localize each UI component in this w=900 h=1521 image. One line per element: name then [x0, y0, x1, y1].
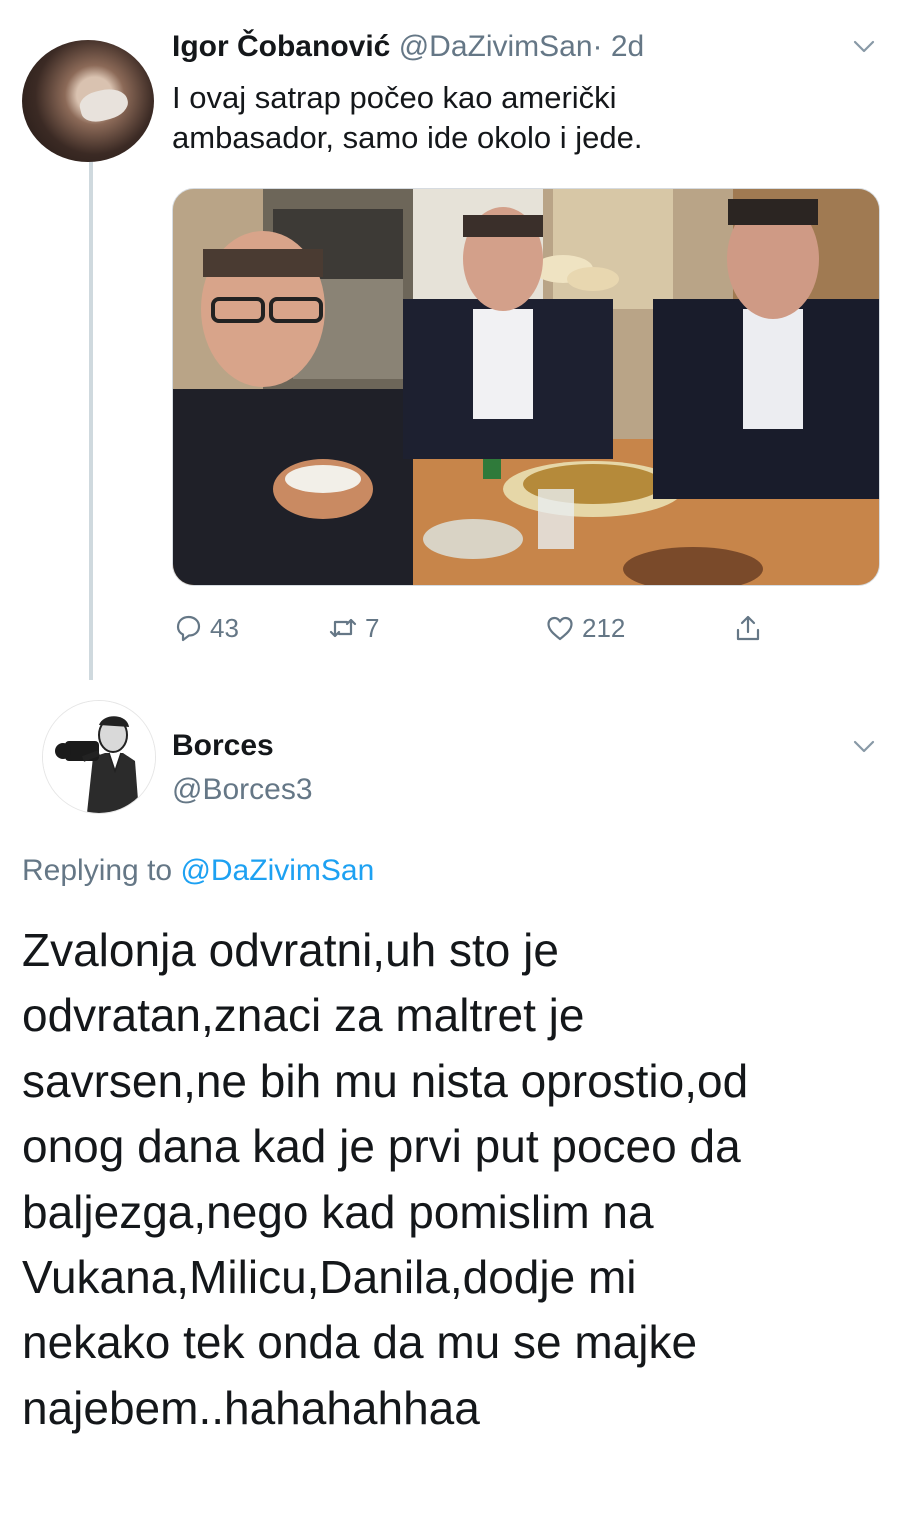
- retweet-count: 7: [365, 612, 380, 643]
- heart-icon: [547, 616, 573, 641]
- reply-text-line: odvratan,znaci za maltret je: [22, 989, 585, 1042]
- reply-text-line: savrsen,ne bih mu nista oprostio,od: [22, 1054, 749, 1107]
- avatar-sketch: [43, 701, 155, 813]
- reply-author-name[interactable]: Borces: [172, 728, 274, 764]
- photo-scene: [173, 189, 879, 585]
- reply-author-handle[interactable]: @Borces3: [172, 772, 313, 808]
- like-button[interactable]: 212: [544, 606, 625, 650]
- tweet-text-line: I ovaj satrap počeo kao američki: [172, 80, 617, 115]
- comment-icon: [176, 615, 201, 642]
- reply-text: Zvalonja odvratni,uh sto je odvratan,zna…: [22, 918, 892, 1441]
- tweet-action-bar: 43 7 212: [172, 606, 792, 650]
- tweet-age[interactable]: · 2d: [593, 30, 645, 63]
- retweet-icon: [329, 618, 357, 638]
- like-count: 212: [582, 612, 626, 643]
- reply-text-line: nekako tek onda da mu se majke: [22, 1316, 698, 1369]
- retweet-button[interactable]: 7: [327, 606, 379, 650]
- tweet-text-line: ambasador, samo ide okolo i jede.: [172, 120, 643, 155]
- reply-text-line: onog dana kad je prvi put poceo da: [22, 1120, 741, 1173]
- thread-connector-line: [89, 160, 93, 680]
- reply-button[interactable]: 43: [172, 606, 239, 650]
- replying-mention-link[interactable]: @DaZivimSan: [180, 854, 374, 887]
- reply-author-avatar[interactable]: [42, 700, 156, 814]
- replying-to: Replying to @DaZivimSan: [22, 852, 374, 890]
- replying-prefix: Replying to: [22, 854, 173, 887]
- reply-text-line: baljezga,nego kad pomislim na: [22, 1185, 654, 1238]
- tweet-text: I ovaj satrap počeo kao američki ambasad…: [172, 78, 872, 158]
- tweet-author-avatar[interactable]: [22, 40, 154, 162]
- share-button[interactable]: [732, 606, 770, 650]
- chevron-down-icon[interactable]: [852, 34, 876, 58]
- tweet-header: Igor Čobanović @DaZivimSan· 2d: [172, 30, 644, 64]
- tweet-author-handle[interactable]: @DaZivimSan: [399, 30, 593, 63]
- reply-text-line: najebem..hahahahhaa: [22, 1381, 480, 1434]
- tweet-photo[interactable]: [172, 188, 880, 586]
- reply-text-line: Zvalonja odvratni,uh sto je: [22, 924, 559, 976]
- share-icon: [736, 615, 760, 641]
- avatar-face-mask: [77, 84, 131, 126]
- chevron-down-icon[interactable]: [852, 734, 876, 758]
- reply-count: 43: [210, 612, 239, 643]
- tweet-author-name[interactable]: Igor Čobanović: [172, 30, 390, 63]
- reply-text-line: Vukana,Milicu,Danila,dodje mi: [22, 1251, 637, 1304]
